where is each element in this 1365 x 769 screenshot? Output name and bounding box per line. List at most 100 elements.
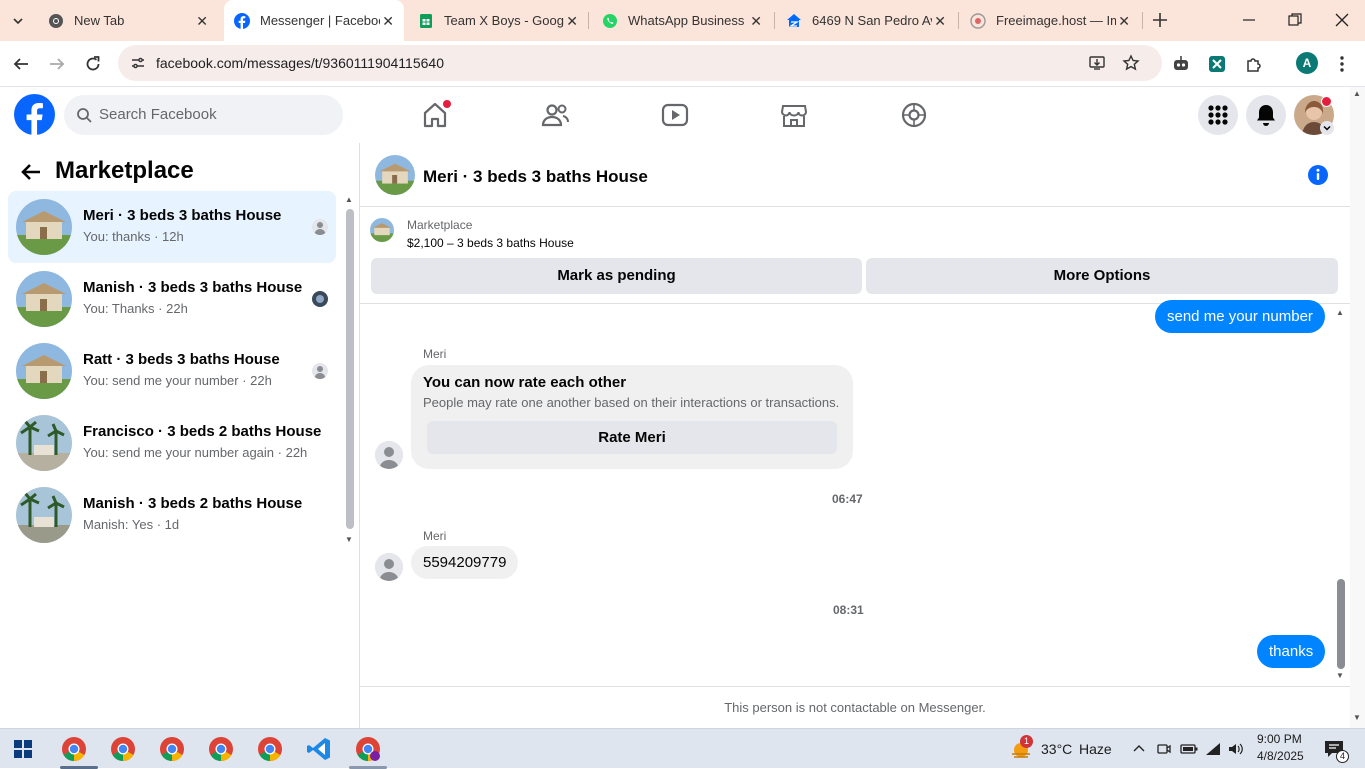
close-icon[interactable]: ✕	[750, 13, 762, 30]
chrome-icon	[49, 13, 63, 28]
conversation-item[interactable]: Francisco · 3 beds 2 baths House You: se…	[8, 407, 336, 479]
home-icon[interactable]	[419, 99, 451, 131]
reload-icon[interactable]	[84, 55, 102, 73]
extension-robot-icon[interactable]	[1171, 54, 1191, 74]
sender-avatar[interactable]	[375, 441, 403, 469]
gaming-icon[interactable]	[898, 99, 930, 131]
extensions-puzzle-icon[interactable]	[1244, 54, 1264, 74]
facebook-search[interactable]: Search Facebook	[64, 95, 343, 135]
rate-meri-button[interactable]: Rate Meri	[427, 421, 837, 454]
restore-icon[interactable]	[1287, 12, 1303, 28]
conversation-preview: Manish: Yes · 1d	[83, 517, 180, 532]
chat-scroll-down-icon[interactable]: ▼	[1336, 671, 1344, 680]
back-arrow-icon[interactable]	[20, 161, 42, 183]
listing-price[interactable]: $2,100 – 3 beds 3 baths House	[407, 236, 574, 250]
search-placeholder: Search Facebook	[99, 106, 217, 123]
close-icon[interactable]: ✕	[382, 13, 394, 30]
read-receipt-avatar	[312, 219, 328, 235]
tab-google-sheets[interactable]: Team X Boys - Google ✕	[408, 0, 588, 41]
facebook-logo-icon[interactable]	[14, 94, 55, 135]
page-scrollbar[interactable]: ▲ ▼	[1350, 87, 1365, 728]
listing-thumbnail	[16, 415, 72, 471]
new-tab-icon[interactable]	[1151, 11, 1169, 29]
meet-now-icon[interactable]	[1156, 741, 1172, 757]
install-app-icon[interactable]	[1088, 54, 1106, 72]
more-options-button[interactable]: More Options	[866, 258, 1338, 294]
account-chevron-icon[interactable]	[1320, 121, 1334, 135]
chat-title[interactable]: Meri · 3 beds 3 baths House	[423, 167, 648, 187]
chrome-taskbar-icon[interactable]	[208, 736, 234, 762]
page-scroll-down-icon[interactable]: ▼	[1353, 713, 1361, 722]
tab-whatsapp[interactable]: WhatsApp Business ✕	[592, 0, 772, 41]
notifications-bell-button[interactable]	[1246, 95, 1286, 135]
incoming-message[interactable]: 5594209779	[411, 546, 519, 579]
conversation-item[interactable]: Meri · 3 beds 3 baths House You: thanks …	[8, 191, 336, 263]
conversation-item[interactable]: Manish · 3 beds 2 baths House Manish: Ye…	[8, 479, 336, 551]
tab-new-tab[interactable]: New Tab ✕	[38, 0, 218, 41]
back-icon[interactable]	[12, 55, 30, 73]
outgoing-message[interactable]: send me your number	[1155, 300, 1325, 333]
zillow-icon	[787, 13, 801, 27]
sidebar-title: Marketplace	[55, 157, 194, 184]
rating-card: You can now rate each other People may r…	[411, 365, 853, 469]
profile-avatar[interactable]: A	[1296, 52, 1318, 74]
forward-icon[interactable]	[48, 55, 66, 73]
conversation-item[interactable]: Ratt · 3 beds 3 baths House You: send me…	[8, 335, 336, 407]
close-window-icon[interactable]	[1334, 12, 1350, 28]
windows-taskbar: 1 33°C Haze 9:00 PM 4/8/2025 4	[0, 728, 1365, 769]
chrome-taskbar-icon[interactable]	[159, 736, 185, 762]
sidebar-scrollbar[interactable]	[346, 209, 354, 529]
chat-scrollbar[interactable]	[1337, 579, 1345, 669]
clock-date[interactable]: 4/8/2025	[1257, 749, 1304, 763]
sender-avatar[interactable]	[375, 553, 403, 581]
page-scroll-up-icon[interactable]: ▲	[1353, 89, 1361, 98]
freeimage-icon	[970, 12, 986, 29]
sheets-icon	[420, 13, 432, 28]
menu-grid-button[interactable]	[1198, 95, 1238, 135]
profile-initial: A	[1302, 56, 1312, 70]
vscode-taskbar-icon[interactable]	[306, 736, 332, 762]
mark-as-pending-button[interactable]: Mark as pending	[371, 258, 862, 294]
close-icon[interactable]: ✕	[934, 13, 946, 30]
close-icon[interactable]: ✕	[196, 13, 208, 30]
wifi-icon[interactable]	[1204, 741, 1222, 757]
tab-freeimage[interactable]: Freeimage.host — Im ✕	[960, 0, 1140, 41]
chat-scroll-up-icon[interactable]: ▲	[1336, 308, 1344, 317]
extension-x-icon[interactable]	[1207, 54, 1227, 74]
site-settings-icon[interactable]	[130, 55, 146, 71]
conversation-preview: You: thanks · 12h	[83, 229, 184, 244]
read-receipt-avatar	[312, 363, 328, 379]
close-icon[interactable]: ✕	[566, 13, 578, 30]
sidebar-scroll-down-icon[interactable]: ▼	[345, 535, 353, 544]
conversation-item[interactable]: Manish · 3 beds 3 baths House You: Thank…	[8, 263, 336, 335]
clock-time[interactable]: 9:00 PM	[1257, 732, 1302, 746]
tab-zillow[interactable]: 6469 N San Pedro Av ✕	[776, 0, 956, 41]
info-icon[interactable]	[1307, 164, 1329, 186]
chrome-taskbar-icon[interactable]	[257, 736, 283, 762]
weather-description[interactable]: Haze	[1079, 741, 1112, 757]
close-icon[interactable]: ✕	[1118, 13, 1130, 30]
volume-icon[interactable]	[1227, 741, 1245, 757]
minimize-icon[interactable]	[1241, 12, 1257, 28]
battery-icon[interactable]	[1180, 741, 1198, 757]
tab-messenger[interactable]: Messenger | Facebook ✕	[224, 0, 404, 41]
chrome-taskbar-icon[interactable]	[61, 736, 87, 762]
browser-menu-icon[interactable]	[1336, 54, 1348, 74]
marketplace-icon[interactable]	[778, 99, 810, 131]
windows-start-icon[interactable]	[14, 740, 32, 758]
facebook-header: Search Facebook	[0, 87, 1350, 143]
bookmark-star-icon[interactable]	[1122, 54, 1140, 72]
video-icon[interactable]	[659, 99, 691, 131]
sidebar-scroll-up-icon[interactable]: ▲	[345, 195, 353, 204]
read-receipt-avatar	[312, 291, 328, 307]
chrome-taskbar-icon[interactable]	[355, 736, 381, 762]
omnibox[interactable]: facebook.com/messages/t/9360111904115640	[118, 45, 1162, 81]
show-hidden-icons-icon[interactable]	[1132, 742, 1146, 756]
chat-listing-avatar[interactable]	[375, 155, 415, 195]
chrome-taskbar-icon[interactable]	[110, 736, 136, 762]
facebook-icon	[234, 12, 250, 29]
outgoing-message[interactable]: thanks	[1257, 635, 1326, 668]
friends-icon[interactable]	[539, 99, 571, 131]
tab-search-icon[interactable]	[10, 13, 26, 29]
weather-temp[interactable]: 33°C	[1041, 741, 1072, 757]
